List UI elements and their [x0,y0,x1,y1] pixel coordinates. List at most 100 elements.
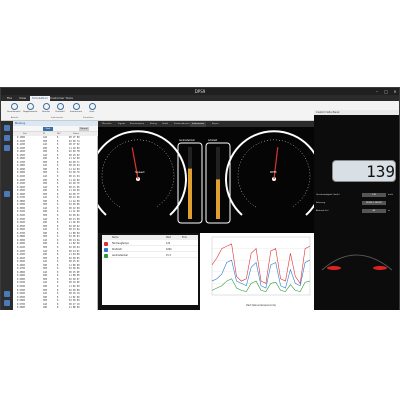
table-cell: 8 [57,175,59,179]
side-field: Abstand (m) 42 m [316,208,397,214]
table-cell: 0.2000 [17,171,25,175]
table-cell: 00 23 0A [69,228,80,232]
side-field-key: Fahrzeug [316,202,326,204]
table-cell: 280 [43,167,47,171]
maximize-button[interactable]: □ [382,89,390,94]
column-data[interactable]: Daten [73,133,79,135]
table-cell: 0.4100 [17,245,25,249]
steering-angle-bar: Lenkradwinkel [177,139,203,224]
table-cell: 1A0 [43,249,47,253]
table-cell: 3E8 [43,182,47,186]
table-cell: 11 A0 00 [69,146,80,150]
table-cell: 0.4800 [17,270,25,274]
table-cell: 0.3300 [17,217,25,221]
column-id[interactable]: ID [43,133,45,135]
table-cell: 8 [57,281,59,285]
instrument-cluster: Speed Lenkradwinkel Achslast RPM [98,127,314,233]
column-time[interactable]: Zeit [23,133,27,135]
table-cell: 8 [57,256,59,260]
table-cell: 8 [57,136,59,139]
radio-label: Funk [89,111,95,113]
table-cell: 0.2500 [17,189,25,193]
start-button[interactable]: Start [43,127,53,131]
table-cell: 3E8 [43,256,47,260]
side-field-unit: km/h [388,194,394,196]
bus-log-rows: 0.1000 1A0 8 00 1F 00 0.1100 3E8 8 02 00 7A 0.12… [13,136,98,310]
help-icon[interactable] [4,300,10,306]
table-cell: 00 27 10 [69,302,80,306]
table-cell: 0.5700 [17,302,25,306]
speed-button[interactable]: Geschw. [39,103,53,117]
table-cell: 02 00 7D [69,171,80,175]
normal-button[interactable]: Normal [79,127,89,131]
radio-button[interactable]: Funk [85,103,99,117]
main-workspace: Übersicht Signale Bussimulation Buslog G… [98,121,314,310]
table-cell: 280 [43,157,47,161]
table-cell: 0.1700 [17,160,25,164]
instruments-button[interactable]: Instrumente [69,103,83,117]
table-cell: 1A0 [43,238,47,242]
single-view-button[interactable]: Einzelansicht [7,103,21,117]
table-cell: 8 [57,203,59,207]
document-icon[interactable] [4,135,10,141]
bus-log-panel: Buslog Start Normal Zeit ID DLC Daten 0.… [13,121,98,310]
table-cell: 8 [57,146,59,150]
split-view-button[interactable]: Doppelansicht [23,103,37,117]
gauge-icon [56,103,64,110]
window-title: DPS9 [194,89,206,94]
list-icon[interactable] [4,145,10,151]
table-cell: 280 [43,146,47,150]
close-button[interactable]: ✕ [391,89,399,94]
left-sidebar [1,121,13,310]
table-cell: 8 [57,260,59,264]
table-cell: 280 [43,231,47,235]
signal-line-chart: Zeit (Sekunden/seconds) [200,233,314,310]
table-cell: 280 [43,178,47,182]
table-cell: 8 [57,221,59,225]
graph-icon[interactable] [4,191,10,197]
signal-col-unit[interactable]: Einh. [182,236,187,239]
table-cell: 1A0 [43,302,47,306]
table-cell: 00 20 02 [69,153,80,157]
signal-col-name[interactable]: Name [112,236,118,239]
table-cell: 02 00 84 [69,245,80,249]
table-cell: 00 23 08 [69,217,80,221]
steering-angle-label: Lenkradwinkel [179,139,195,142]
table-cell: 0.2100 [17,175,25,179]
table-cell: 00 24 0C [69,249,80,253]
table-cell: 0.4400 [17,256,25,260]
table-cell: 3E8 [43,288,47,292]
table-cell: 11 A6 00 [69,178,80,182]
table-cell: 280 [43,189,47,193]
table-cell: 280 [43,284,47,288]
table-cell: 8 [57,167,59,171]
table-cell: 8 [57,238,59,242]
column-dlc[interactable]: DLC [57,133,61,135]
home-icon[interactable] [4,125,10,131]
signal-row[interactable]: Lenkradwinkel 15.3 [102,252,198,258]
split-icon [26,103,34,110]
table-cell: 0.1400 [17,150,25,154]
speedometer-gauge: Speed [98,130,187,216]
side-field: Fahrzeug MODE 1 FRONT [316,200,397,206]
rpm-button[interactable]: Drehzahl [53,103,67,117]
table-cell: 0.1600 [17,157,25,161]
speed-gauge-label: Speed [135,170,145,174]
table-cell: 11 B2 00 [69,242,80,246]
table-cell: 0.5100 [17,281,25,285]
table-row[interactable]: 0.5800 280 8 11 BE 00 [13,306,98,310]
side-field-value[interactable]: MODE 1 FRONT [362,201,386,205]
settings-icon[interactable] [4,291,10,297]
table-cell: 0.5200 [17,284,25,288]
side-field-value[interactable]: 139 [362,193,386,197]
table-cell: 8 [57,206,59,210]
table-cell: 11 A4 00 [69,167,80,171]
table-cell: 8 [57,189,59,193]
table-cell: 3E8 [43,277,47,281]
signal-col-value[interactable]: Wert [166,236,171,239]
table-cell: 00 22 08 [69,206,80,210]
minimize-button[interactable]: – [373,89,381,94]
table-cell: 11 BA 00 [69,284,80,288]
table-cell: 8 [57,302,59,306]
side-field-value[interactable]: 42 [362,209,386,213]
